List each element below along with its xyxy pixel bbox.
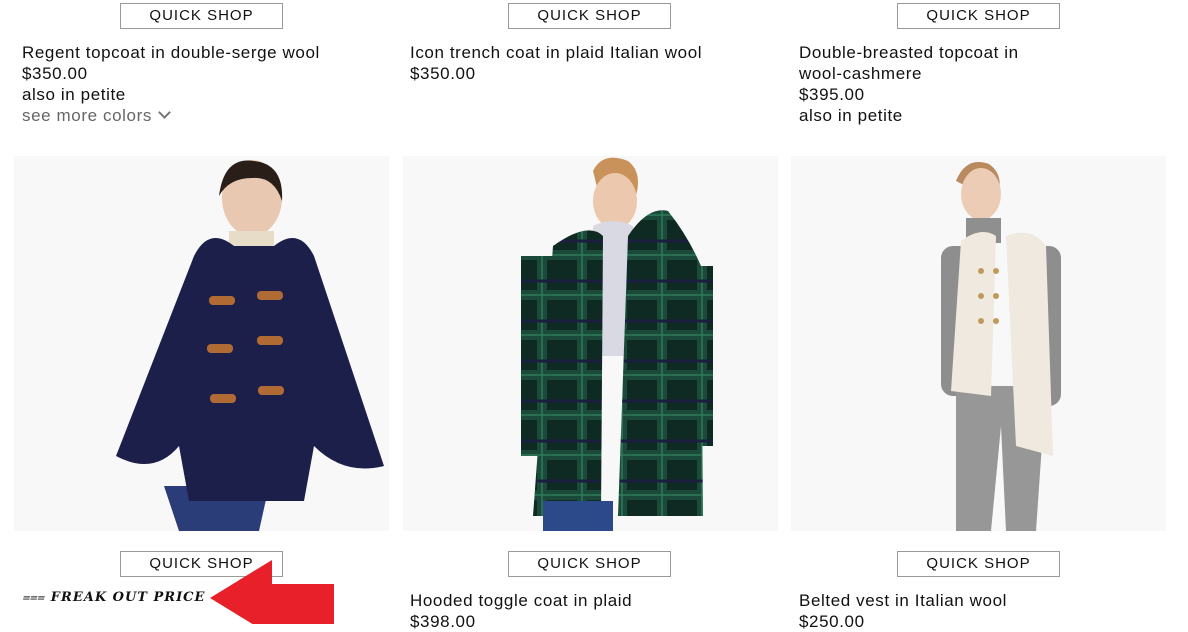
quick-shop-button[interactable]: QUICK SHOP — [508, 551, 671, 577]
product-price: $350.00 — [410, 64, 476, 83]
quick-shop-button[interactable]: QUICK SHOP — [120, 3, 283, 29]
product-name[interactable]: Hooded toggle coat in plaid — [410, 590, 632, 611]
product-price: $250.00 — [799, 612, 865, 631]
product-image-cape[interactable] — [14, 156, 389, 531]
product-name-line1[interactable]: Double-breasted topcoat in — [799, 42, 1019, 63]
quick-shop-button[interactable]: QUICK SHOP — [897, 551, 1060, 577]
arrow-left-icon — [210, 560, 334, 624]
product-price: $395.00 — [799, 85, 865, 104]
quick-shop-button[interactable]: QUICK SHOP — [508, 3, 671, 29]
product-image-plaid-coat[interactable] — [403, 156, 778, 531]
quick-shop-button[interactable]: QUICK SHOP — [897, 3, 1060, 29]
freak-out-price-label: FREAK OUT PRICE — [50, 590, 206, 605]
product-name[interactable]: Belted vest in Italian wool — [799, 590, 1007, 611]
chevron-down-icon — [158, 106, 171, 119]
freak-out-price-badge: ⩶ FREAK OUT PRICE ⩶ — [22, 590, 234, 605]
see-more-colors-link[interactable]: see more colors — [22, 105, 171, 126]
sparkle-left-icon: ⩶ — [22, 590, 46, 605]
product-name-line2[interactable]: wool-cashmere — [799, 63, 922, 84]
product-image-vest[interactable] — [791, 156, 1166, 531]
product-name[interactable]: Icon trench coat in plaid Italian wool — [410, 42, 702, 63]
product-price: $398.00 — [410, 612, 476, 631]
petite-note: also in petite — [22, 85, 126, 104]
product-price: $350.00 — [22, 64, 88, 83]
product-name[interactable]: Regent topcoat in double-serge wool — [22, 42, 320, 63]
see-more-colors-label: see more colors — [22, 106, 152, 125]
petite-note: also in petite — [799, 106, 903, 125]
